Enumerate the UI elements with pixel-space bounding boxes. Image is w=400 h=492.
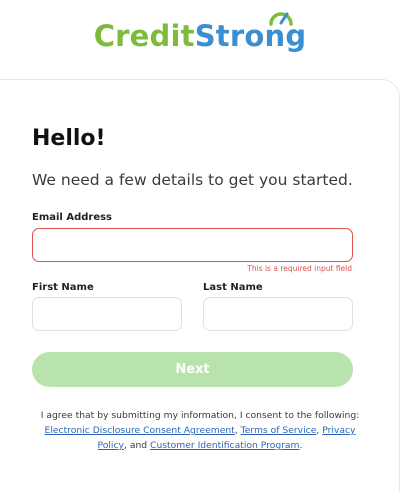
email-label: Email Address (32, 212, 113, 223)
page-subtitle: We need a few details to get you started… (32, 171, 353, 189)
consent-suffix: . (299, 440, 303, 451)
signup-card: Hello! We need a few details to get you … (0, 79, 400, 492)
terms-of-service-link[interactable]: Terms of Service (241, 425, 317, 436)
creditstrong-logo: Credit Strong (0, 11, 400, 60)
consent-separator: , and (123, 440, 151, 451)
logo-credit-text: Credit (93, 18, 195, 53)
first-name-label: First Name (32, 282, 94, 293)
last-name-field[interactable] (203, 297, 353, 331)
logo-wordmark: Credit Strong (93, 11, 307, 53)
cip-link[interactable]: Customer Identification Program (150, 440, 299, 451)
email-field[interactable] (32, 228, 353, 262)
page-title: Hello! (32, 126, 106, 151)
consent-text: I agree that by submitting my informatio… (40, 408, 360, 453)
edca-link[interactable]: Electronic Disclosure Consent Agreement (45, 425, 235, 436)
logo-strong-text: Strong (195, 11, 307, 51)
gauge-icon (268, 11, 293, 26)
email-error-message: This is a required input field (247, 264, 352, 273)
first-name-field[interactable] (32, 297, 182, 331)
consent-prefix: I agree that by submitting my informatio… (40, 410, 360, 421)
last-name-label: Last Name (203, 282, 263, 293)
next-button[interactable]: Next (32, 352, 353, 387)
signup-page: Credit Strong Hello! We need a few detai… (0, 0, 400, 492)
